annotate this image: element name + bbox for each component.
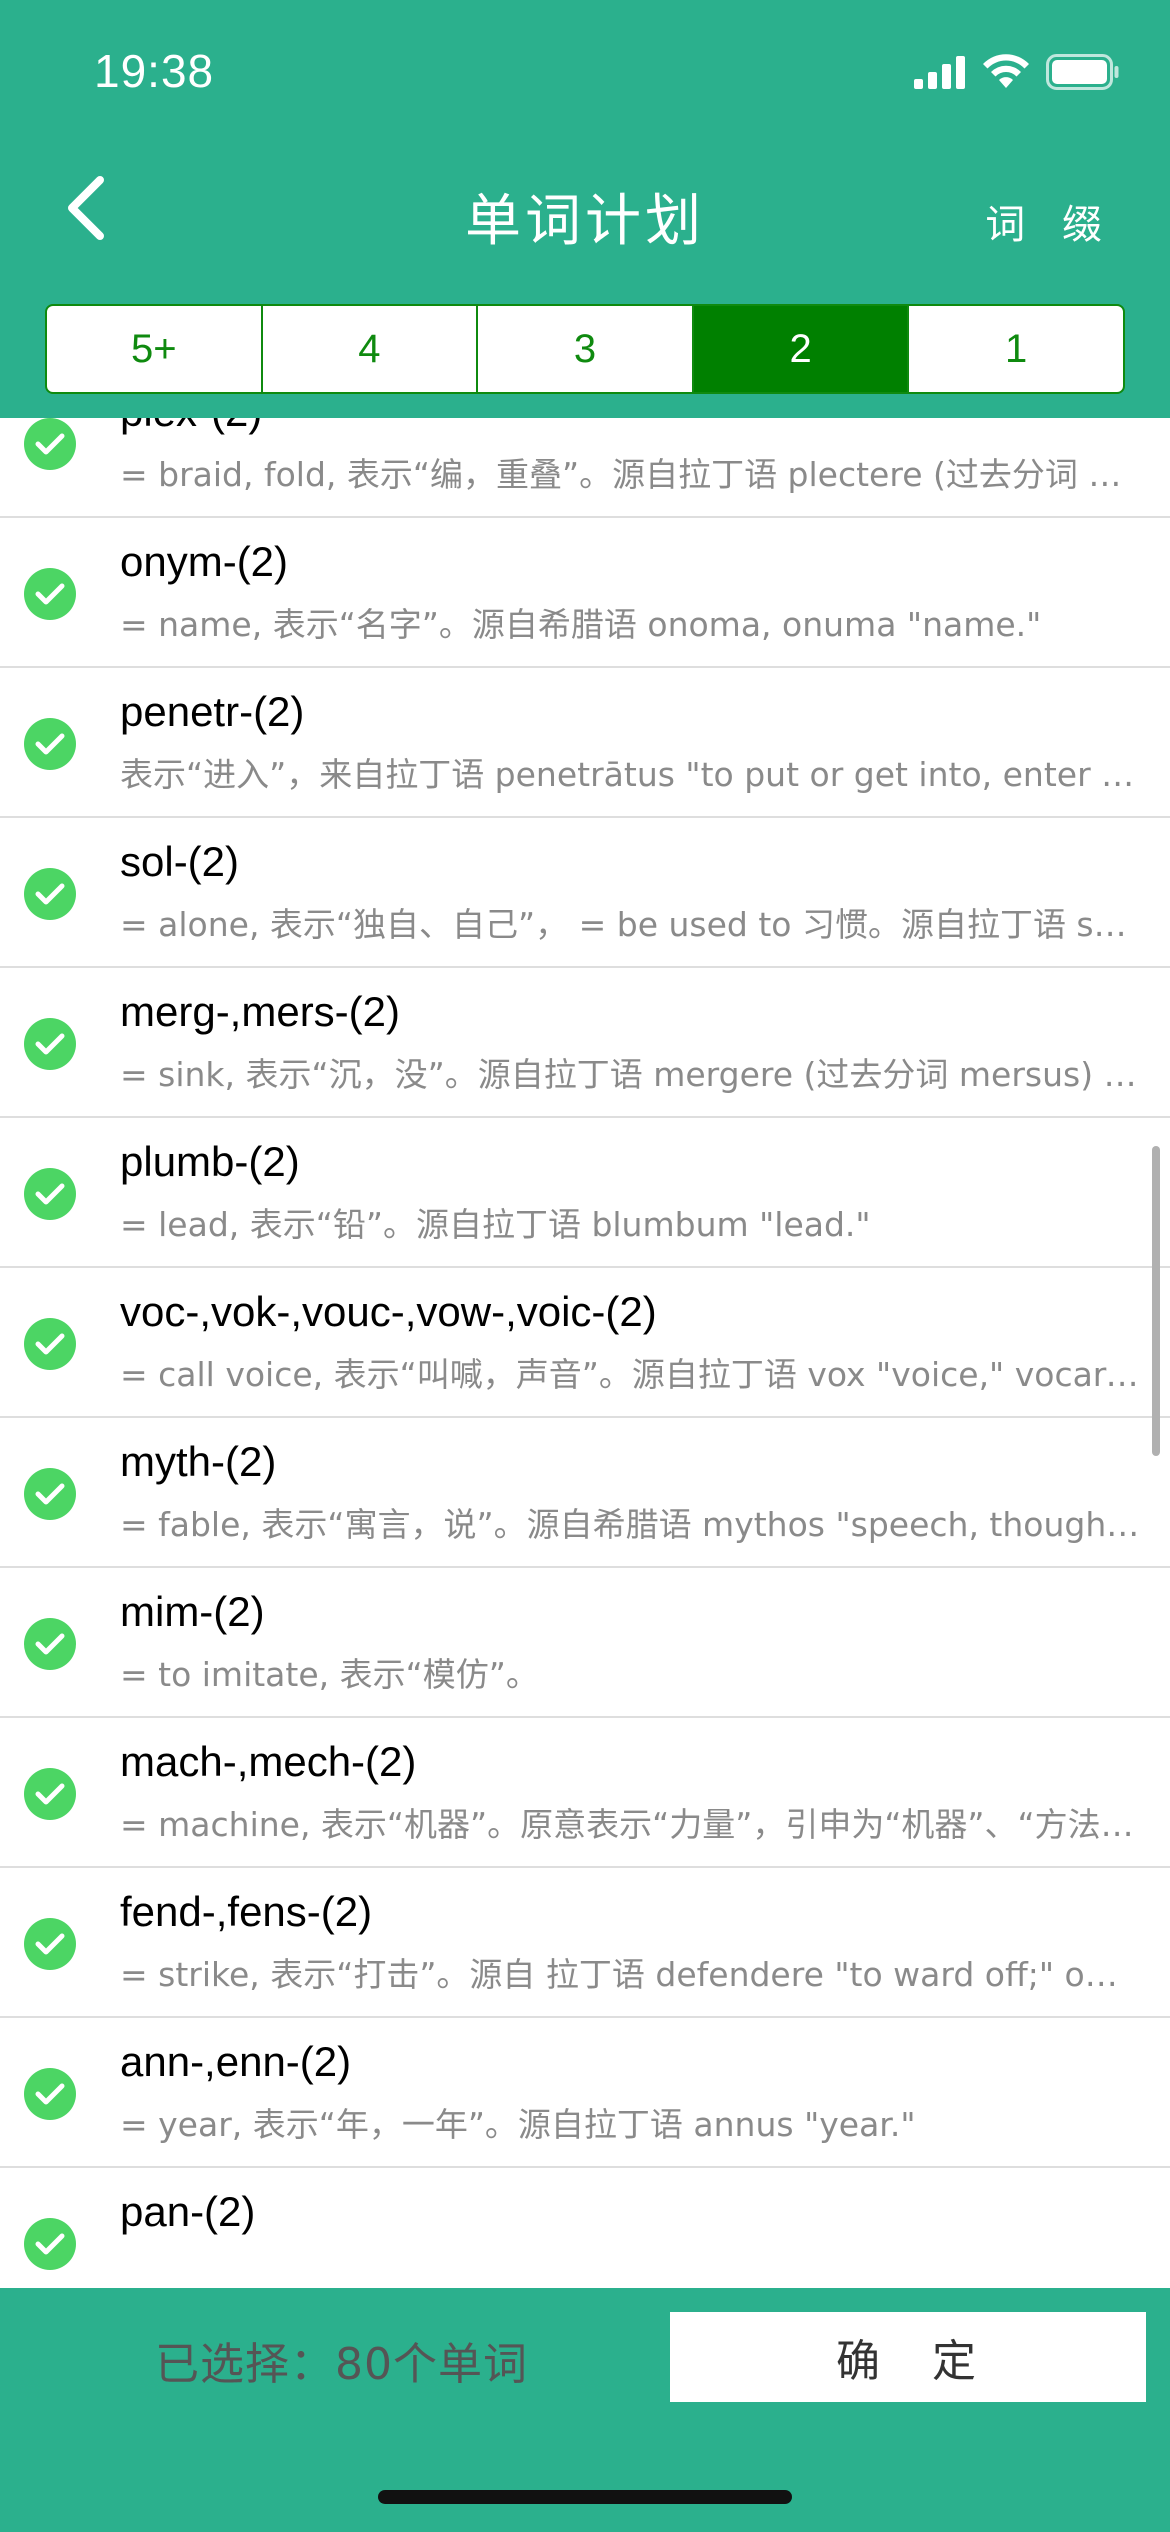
list-item[interactable]: fend-,fens-(2) = strike, 表示“打击”。源自 拉丁语 de… [0, 1868, 1170, 2018]
list-item[interactable]: myth-(2) = fable, 表示“寓言，说”。源自希腊语 mythos "… [0, 1418, 1170, 1568]
list-item[interactable]: plumb-(2) = lead, 表示“铅”。源自拉丁语 blumbum "le… [0, 1118, 1170, 1268]
list-item[interactable]: mim-(2) = to imitate, 表示“模仿”。 [0, 1568, 1170, 1718]
check-circle-icon[interactable] [24, 1318, 76, 1370]
item-title: fend-,fens-(2) [120, 1888, 373, 1935]
item-title: mim-(2) [120, 1588, 265, 1635]
affix-list[interactable]: plex-(2) = braid, fold, 表示“编，重叠”。源自拉丁语 pl… [0, 418, 1170, 2288]
list-item[interactable]: penetr-(2) 表示“进入”，来自拉丁语 penetrātus "to pu… [0, 668, 1170, 818]
list-item[interactable]: ann-,enn-(2) = year, 表示“年，一年”。源自拉丁语 annus… [0, 2018, 1170, 2168]
header: 19:38 单词计划 词 缀 5+ 4 3 2 1 [0, 0, 1170, 418]
item-title: plex-(2) [120, 418, 262, 436]
check-circle-icon[interactable] [24, 2218, 76, 2270]
check-circle-icon[interactable] [24, 1768, 76, 1820]
check-circle-icon[interactable] [24, 418, 76, 470]
item-title: myth-(2) [120, 1438, 277, 1485]
check-circle-icon[interactable] [24, 1018, 76, 1070]
item-description: = to imitate, 表示“模仿”。 [120, 1655, 539, 1694]
list-item[interactable]: sol-(2) = alone, 表示“独自、自己”， = be used to … [0, 818, 1170, 968]
check-circle-icon[interactable] [24, 868, 76, 920]
status-time: 19:38 [94, 45, 215, 97]
item-title: voc-,vok-,vouc-,vow-,voic-(2) [120, 1288, 657, 1335]
list-item[interactable]: mach-,mech-(2) = machine, 表示“机器”。原意表示“力量”… [0, 1718, 1170, 1868]
selected-count: 已选择：80个单词 [155, 2339, 528, 2390]
check-circle-icon[interactable] [24, 1168, 76, 1220]
item-title: pan-(2) [120, 2188, 256, 2235]
tab-level-5plus[interactable]: 5+ [47, 306, 263, 392]
check-circle-icon[interactable] [24, 568, 76, 620]
item-title: sol-(2) [120, 838, 240, 885]
item-description: = machine, 表示“机器”。原意表示“力量”，引申为“机器”、“方法”。 [120, 1805, 1140, 1844]
item-title: ann-,enn-(2) [120, 2038, 352, 2085]
wifi-icon [982, 53, 1030, 95]
item-title: mach-,mech-(2) [120, 1738, 417, 1785]
item-description: = lead, 表示“铅”。源自拉丁语 blumbum "lead." [120, 1205, 871, 1244]
item-title: merg-,mers-(2) [120, 988, 400, 1035]
signal-icon [914, 55, 966, 94]
item-description: 表示“进入”，来自拉丁语 penetrātus "to put or get i… [120, 755, 1140, 794]
item-description: = sink, 表示“沉，没”。源自拉丁语 mergere (过去分词 mers… [120, 1055, 1140, 1094]
list-item[interactable]: plex-(2) = braid, fold, 表示“编，重叠”。源自拉丁语 pl… [0, 418, 1170, 518]
confirm-button[interactable]: 确 定 [670, 2312, 1146, 2402]
tab-level-2[interactable]: 2 [693, 306, 910, 392]
check-circle-icon[interactable] [24, 718, 76, 770]
item-description: = braid, fold, 表示“编，重叠”。源自拉丁语 plectere (… [120, 455, 1140, 494]
nav-bar: 单词计划 词 缀 [0, 150, 1170, 280]
item-title: onym-(2) [120, 538, 289, 585]
scrollbar[interactable] [1152, 1146, 1160, 1456]
item-title: plumb-(2) [120, 1138, 300, 1185]
item-description: = call voice, 表示“叫喊，声音”。源自拉丁语 vox "voice… [120, 1355, 1140, 1394]
check-circle-icon[interactable] [24, 1468, 76, 1520]
status-icons [914, 52, 1120, 96]
item-description: = year, 表示“年，一年”。源自拉丁语 annus "year." [120, 2105, 916, 2144]
tab-level-3[interactable]: 3 [478, 306, 694, 392]
tab-level-4[interactable]: 4 [263, 306, 479, 392]
list-item[interactable]: merg-,mers-(2) = sink, 表示“沉，没”。源自拉丁语 merg… [0, 968, 1170, 1118]
item-description: = fable, 表示“寓言，说”。源自希腊语 mythos "speech, … [120, 1505, 1140, 1544]
check-circle-icon[interactable] [24, 1918, 76, 1970]
list-item[interactable]: voc-,vok-,vouc-,vow-,voic-(2) = call voic… [0, 1268, 1170, 1418]
item-description: = name, 表示“名字”。源自希腊语 onoma, onuma "name.… [120, 605, 1042, 644]
item-description: = strike, 表示“打击”。源自 拉丁语 defendere "to wa… [120, 1955, 1140, 1994]
item-title: penetr-(2) [120, 688, 305, 735]
tab-level-1[interactable]: 1 [909, 306, 1123, 392]
check-circle-icon[interactable] [24, 1618, 76, 1670]
check-circle-icon[interactable] [24, 2068, 76, 2120]
home-indicator [378, 2490, 792, 2504]
list-item[interactable]: onym-(2) = name, 表示“名字”。源自希腊语 onoma, onum… [0, 518, 1170, 668]
battery-icon [1046, 53, 1120, 95]
level-segmented-control: 5+ 4 3 2 1 [45, 304, 1125, 394]
list-item[interactable]: pan-(2) [0, 2168, 1170, 2288]
status-bar: 19:38 [0, 0, 1170, 150]
item-description: = alone, 表示“独自、自己”， = be used to 习惯。源自拉丁… [120, 905, 1140, 944]
affix-button[interactable]: 词 缀 [985, 192, 1114, 250]
